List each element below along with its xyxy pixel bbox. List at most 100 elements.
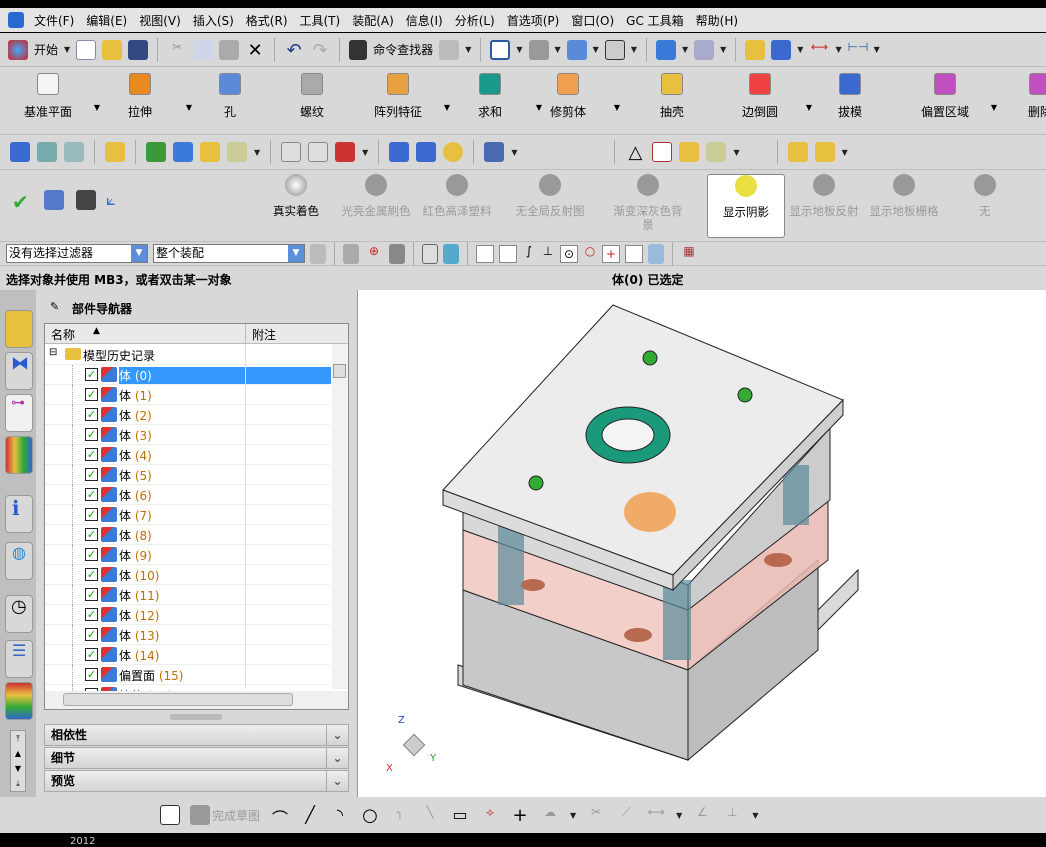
- render-option-button[interactable]: 显示地板栅格: [865, 174, 943, 218]
- washer-icon[interactable]: [443, 142, 464, 162]
- grid-snap-icon[interactable]: ▦: [681, 244, 697, 264]
- menu-item[interactable]: 编辑(E): [80, 12, 133, 29]
- column-note-header[interactable]: 附注: [245, 324, 345, 344]
- visibility-checkbox[interactable]: ✓: [85, 508, 98, 521]
- graphics-viewport[interactable]: Z Y X: [358, 290, 1046, 797]
- undo-icon[interactable]: ↶: [284, 40, 304, 61]
- menu-item[interactable]: 信息(I): [400, 12, 449, 29]
- render-option-button[interactable]: 无全局反射图: [511, 174, 589, 218]
- visibility-checkbox[interactable]: ✓: [85, 608, 98, 621]
- system-materials-tab[interactable]: ☰: [5, 640, 33, 678]
- feature-button[interactable]: 孔: [190, 73, 270, 120]
- save-icon[interactable]: [128, 39, 149, 60]
- visibility-checkbox[interactable]: ✓: [85, 488, 98, 501]
- group-icon[interactable]: [706, 142, 727, 162]
- snap-icon[interactable]: [771, 39, 792, 60]
- feature-button[interactable]: 抽壳: [632, 73, 712, 120]
- tree-root[interactable]: ⊟ 模型历史记录: [45, 345, 330, 365]
- flag-icon[interactable]: [335, 142, 356, 162]
- mate-icon[interactable]: [173, 142, 193, 162]
- panel-dependencies[interactable]: 相依性 ⌄: [44, 724, 349, 746]
- add-note-icon[interactable]: [679, 142, 700, 162]
- model-icon[interactable]: [44, 190, 64, 210]
- visibility-checkbox[interactable]: ✓: [85, 648, 98, 661]
- info-tab[interactable]: ℹ: [5, 495, 33, 533]
- layers-icon[interactable]: [37, 142, 57, 162]
- tree-item[interactable]: ✓ 体 (13): [45, 625, 330, 645]
- axis-icon[interactable]: ⟀: [106, 190, 126, 210]
- component-icon[interactable]: [200, 142, 220, 162]
- render-option-button[interactable]: 真实着色: [257, 174, 335, 218]
- feature-button[interactable]: 删除: [1000, 73, 1046, 120]
- render-option-button[interactable]: 无: [946, 174, 1024, 218]
- layer-set-icon[interactable]: [64, 142, 84, 162]
- boxes2-icon[interactable]: [814, 142, 835, 162]
- tree-item[interactable]: ✓ 体 (11): [45, 585, 330, 605]
- render-option-button[interactable]: 渐变深灰色背景: [609, 174, 687, 232]
- assembly-icon[interactable]: [10, 142, 30, 162]
- tree-item[interactable]: ✓ 体 (9): [45, 545, 330, 565]
- polygon-icon[interactable]: ⟡: [480, 805, 500, 825]
- add-component-icon[interactable]: [146, 142, 166, 162]
- open-folder-icon[interactable]: [102, 39, 123, 60]
- menu-item[interactable]: 装配(A): [346, 12, 400, 29]
- tree-item[interactable]: ✓ 体 (0): [45, 365, 331, 385]
- menu-item[interactable]: 格式(R): [240, 12, 294, 29]
- menu-item[interactable]: 首选项(P): [501, 12, 566, 29]
- new-file-icon[interactable]: [76, 39, 97, 60]
- feature-button[interactable]: 边倒圆 ▼: [720, 73, 812, 120]
- render-option-button[interactable]: 红色高泽塑料: [418, 174, 496, 218]
- trim-icon[interactable]: ✂: [586, 805, 606, 825]
- arc-center-icon[interactable]: ⊙: [560, 244, 578, 263]
- finish-sketch-button[interactable]: 完成草图: [212, 807, 260, 824]
- surface-icon[interactable]: [281, 142, 302, 162]
- point-icon[interactable]: +: [510, 805, 530, 826]
- render-option-button[interactable]: 光亮金属刷色: [337, 174, 415, 218]
- visibility-checkbox[interactable]: ✓: [85, 428, 98, 441]
- visibility-checkbox[interactable]: ✓: [85, 408, 98, 421]
- dropdown-arrow-icon[interactable]: ▼: [991, 103, 997, 112]
- chevron-down-icon[interactable]: ⌄: [326, 748, 348, 768]
- tree-item[interactable]: ✓ 体 (1): [45, 385, 330, 405]
- visibility-checkbox[interactable]: ✓: [85, 388, 98, 401]
- snap-point-icon[interactable]: ⊕: [364, 244, 384, 264]
- tree-item[interactable]: ✓ 体 (6): [45, 485, 330, 505]
- extend-icon[interactable]: ⟋: [616, 805, 636, 825]
- tree-item[interactable]: ✓ 体 (14): [45, 645, 330, 665]
- visibility-checkbox[interactable]: ✓: [85, 568, 98, 581]
- pin-icon[interactable]: ✎: [50, 300, 59, 313]
- studio-spline-icon[interactable]: ☁: [540, 805, 560, 825]
- render-option-button[interactable]: 显示阴影: [707, 174, 785, 238]
- visibility-checkbox[interactable]: ✓: [85, 368, 98, 381]
- feature-button[interactable]: 螺纹: [272, 73, 352, 120]
- select-filter-icon[interactable]: [343, 243, 359, 264]
- cylinder-icon[interactable]: [389, 142, 410, 162]
- selection-scope-dropdown[interactable]: 整个装配 ▼: [153, 244, 305, 263]
- copy-icon[interactable]: [193, 39, 214, 60]
- menu-item[interactable]: 帮助(H): [690, 12, 744, 29]
- midpoint-snap-icon[interactable]: [499, 244, 517, 263]
- fit-view-icon[interactable]: [490, 39, 511, 60]
- panel-preview[interactable]: 预览 ⌄: [44, 770, 349, 792]
- tool-icon[interactable]: [439, 39, 460, 60]
- render-option-button[interactable]: 显示地板反射: [785, 174, 863, 218]
- sheet-icon[interactable]: [308, 142, 329, 162]
- wire-icon[interactable]: [484, 142, 505, 162]
- tree-item[interactable]: ✓ 偏置面 (15): [45, 665, 330, 685]
- tree-item[interactable]: ✓ 体 (7): [45, 505, 330, 525]
- endpoint-snap-icon[interactable]: [476, 244, 494, 263]
- table-icon[interactable]: [652, 142, 673, 162]
- menu-item[interactable]: 文件(F): [28, 12, 80, 29]
- reuse-library-tab[interactable]: [5, 436, 33, 474]
- splitter-handle[interactable]: [170, 714, 222, 720]
- visibility-checkbox[interactable]: ✓: [85, 548, 98, 561]
- selection-filter-dropdown[interactable]: 没有选择过滤器 ▼: [6, 244, 148, 263]
- feature-button[interactable]: 求和 ▼: [450, 73, 542, 120]
- circle-icon[interactable]: ○: [360, 805, 380, 826]
- feature-button[interactable]: 基准平面 ▼: [8, 73, 100, 120]
- paste-icon[interactable]: [219, 39, 240, 60]
- spring-icon[interactable]: [416, 142, 437, 162]
- panel-details[interactable]: 细节 ⌄: [44, 747, 349, 769]
- grid-icon[interactable]: [76, 190, 96, 210]
- visibility-checkbox[interactable]: ✓: [85, 588, 98, 601]
